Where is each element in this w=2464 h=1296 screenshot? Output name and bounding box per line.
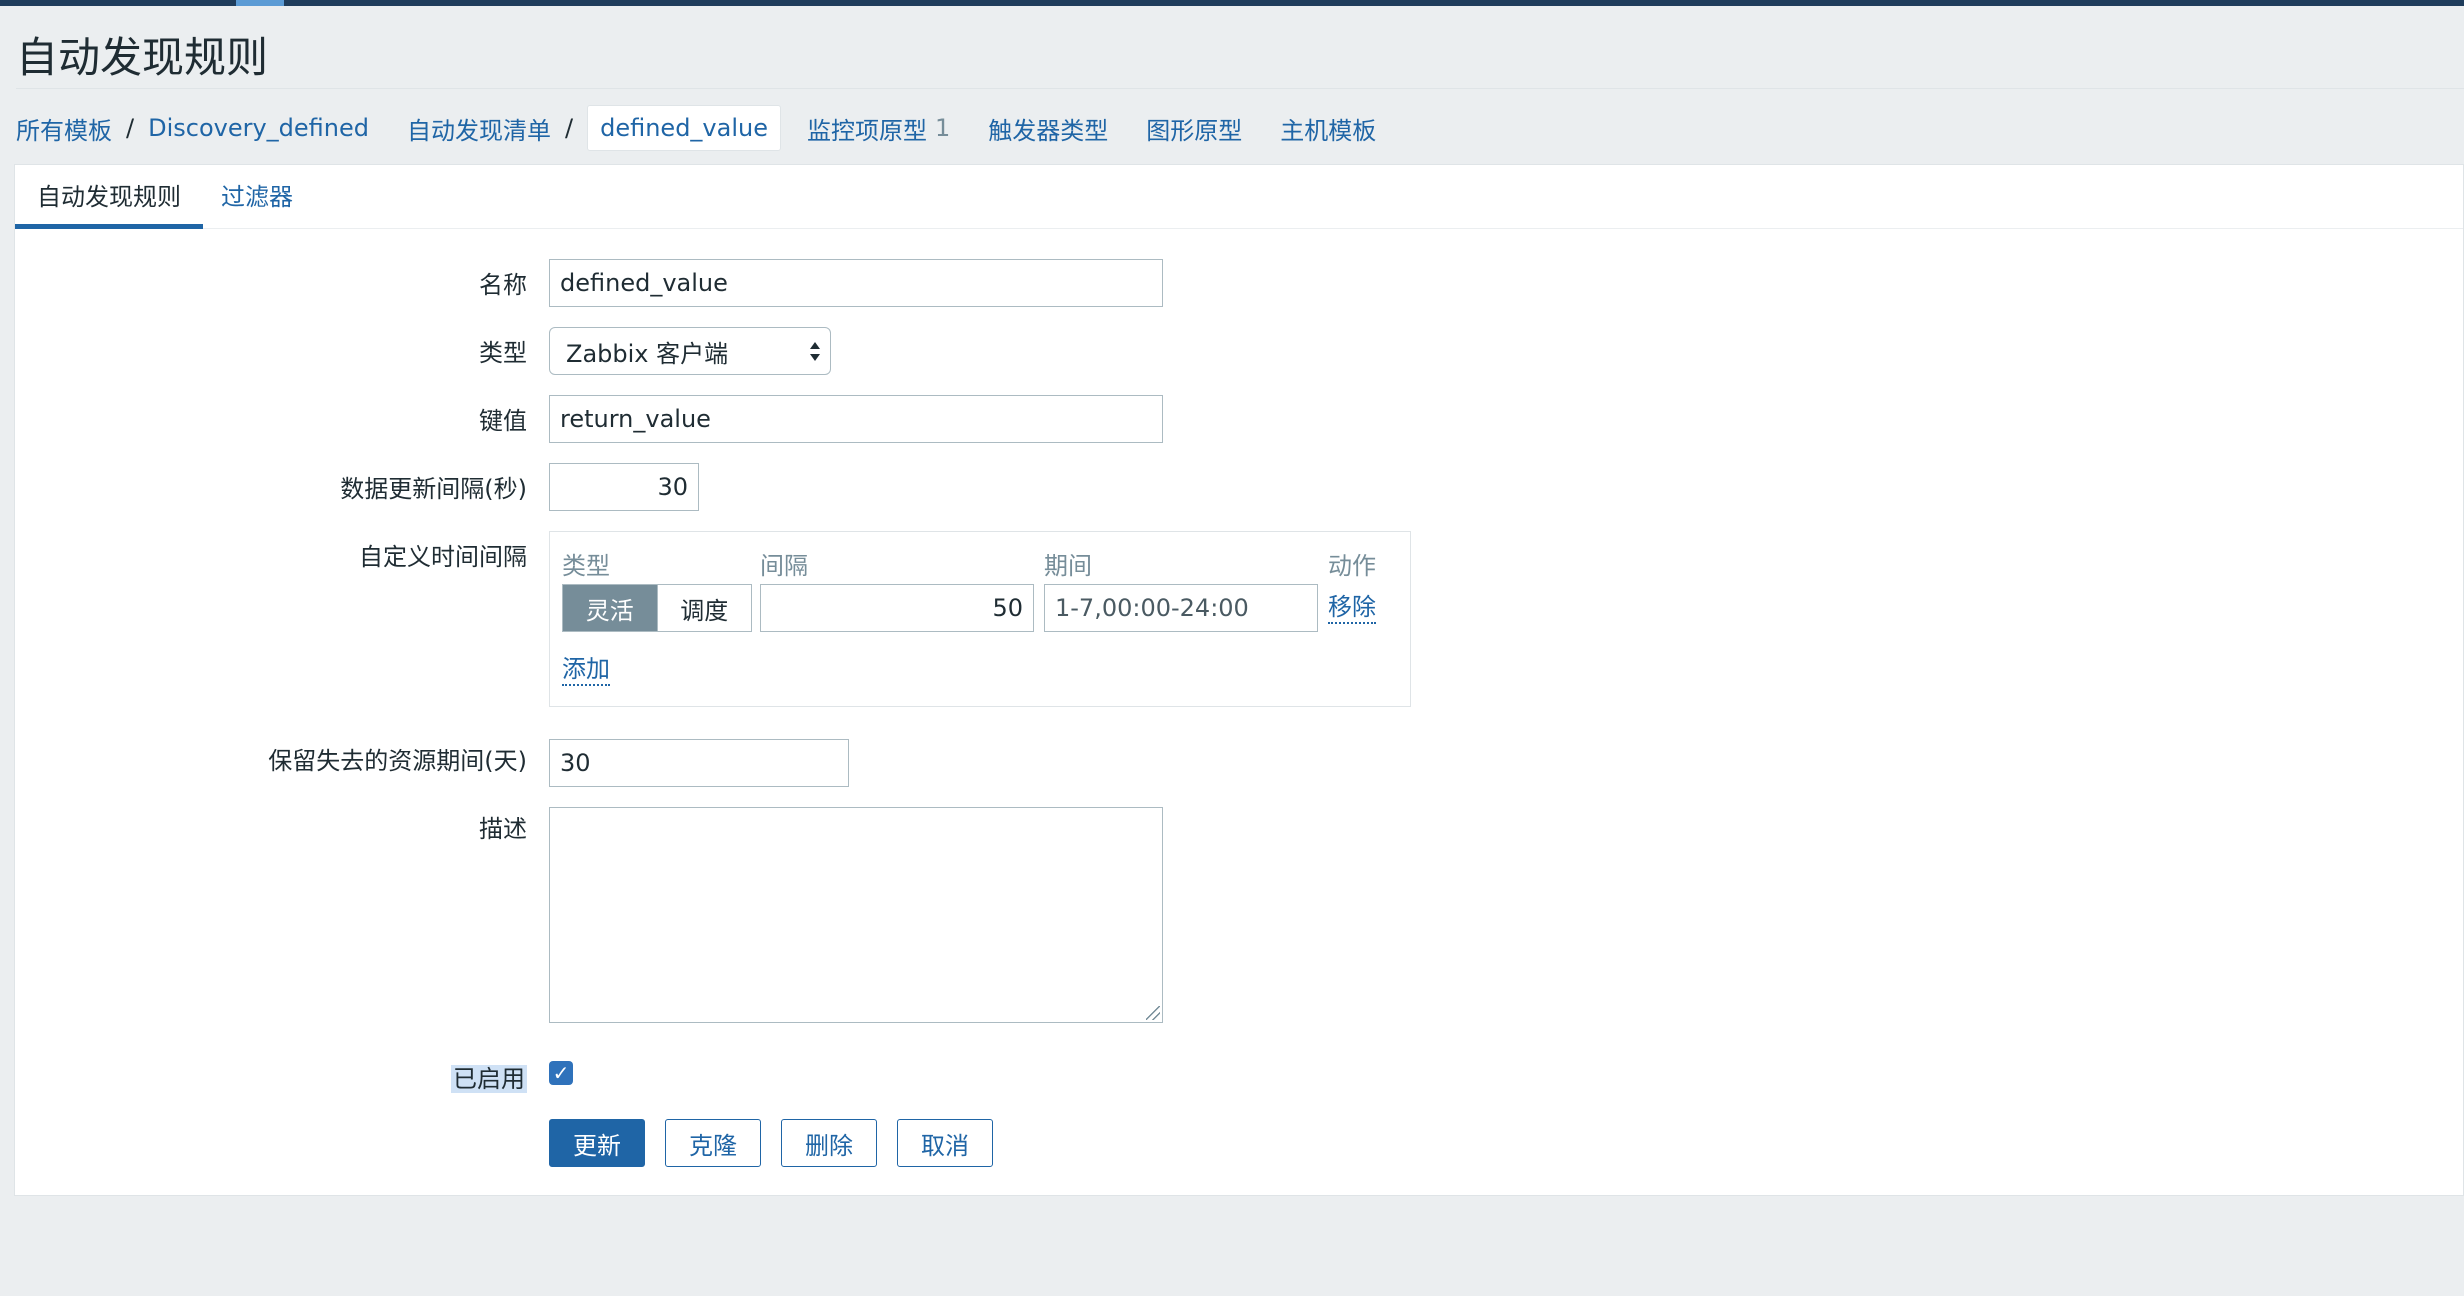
- key-label: 键值: [479, 407, 527, 435]
- header-action: 动作: [1328, 552, 1376, 580]
- update-interval-label: 数据更新间隔(秒): [340, 475, 527, 503]
- header-interval: 间隔: [760, 552, 808, 580]
- update-interval-field[interactable]: 30: [549, 463, 699, 511]
- custom-interval-field[interactable]: 50: [760, 584, 1034, 632]
- clone-button[interactable]: 克隆: [665, 1119, 761, 1167]
- breadcrumb: 所有模板 / Discovery_defined 自动发现清单 / define…: [16, 100, 1376, 156]
- keep-lost-resources-field[interactable]: 30: [549, 739, 849, 787]
- keep-lost-resources-label: 保留失去的资源期间(天): [268, 747, 527, 775]
- custom-intervals-label: 自定义时间间隔: [359, 543, 527, 571]
- key-field[interactable]: return_value: [549, 395, 1163, 443]
- description-textarea[interactable]: [549, 807, 1163, 1023]
- type-scheduling-button[interactable]: 调度: [656, 585, 751, 631]
- breadcrumb-current-rule[interactable]: defined_value: [587, 105, 781, 151]
- type-flexible-button[interactable]: 灵活: [563, 585, 657, 631]
- page-title: 自动发现规则: [16, 33, 269, 82]
- enabled-checkbox[interactable]: ✓: [549, 1061, 573, 1085]
- item-prototypes-count: 1: [934, 114, 951, 142]
- type-select-value: Zabbix 客户端: [566, 339, 729, 368]
- breadcrumb-item-prototypes[interactable]: 监控项原型: [807, 111, 927, 146]
- divider: [16, 88, 2464, 89]
- delete-button[interactable]: 删除: [781, 1119, 877, 1167]
- breadcrumb-all-templates[interactable]: 所有模板: [16, 111, 112, 146]
- resize-grip-icon[interactable]: [1146, 1006, 1160, 1020]
- top-navigation-accent: [236, 0, 284, 6]
- form-panel: 自动发现规则 过滤器 名称 defined_value 类型 Zabbix 客户…: [14, 164, 2464, 1196]
- interval-type-toggle: 灵活 调度: [562, 584, 752, 632]
- breadcrumb-separator: /: [126, 114, 135, 142]
- checkmark-icon: ✓: [552, 1061, 570, 1085]
- tab-discovery-rule[interactable]: 自动发现规则: [15, 165, 203, 229]
- type-label: 类型: [479, 339, 527, 367]
- tab-bar: 自动发现规则 过滤器: [15, 165, 2463, 229]
- select-arrows-icon: [808, 336, 822, 368]
- breadcrumb-template[interactable]: Discovery_defined: [148, 114, 369, 142]
- header-period: 期间: [1044, 552, 1092, 580]
- add-interval-link[interactable]: 添加: [562, 654, 610, 686]
- type-select[interactable]: Zabbix 客户端: [549, 327, 831, 375]
- breadcrumb-separator: /: [565, 114, 574, 142]
- remove-interval-link[interactable]: 移除: [1328, 592, 1376, 624]
- breadcrumb-graph-prototypes[interactable]: 图形原型: [1146, 111, 1242, 146]
- cancel-button[interactable]: 取消: [897, 1119, 993, 1167]
- top-navigation-bar: [0, 0, 2464, 6]
- enabled-label: 已启用: [451, 1065, 527, 1093]
- custom-intervals-table: 类型 间隔 期间 动作 灵活 调度 50 1-7,00:00-24:00 移除 …: [549, 531, 1411, 707]
- breadcrumb-host-prototypes[interactable]: 主机模板: [1280, 111, 1376, 146]
- custom-period-field[interactable]: 1-7,00:00-24:00: [1044, 584, 1318, 632]
- update-button[interactable]: 更新: [549, 1119, 645, 1167]
- breadcrumb-discovery-list[interactable]: 自动发现清单: [407, 111, 551, 146]
- breadcrumb-trigger-prototypes[interactable]: 触发器类型: [988, 111, 1108, 146]
- tab-filters[interactable]: 过滤器: [199, 165, 315, 229]
- name-label: 名称: [479, 271, 527, 299]
- header-type: 类型: [562, 552, 610, 580]
- name-field[interactable]: defined_value: [549, 259, 1163, 307]
- description-label: 描述: [479, 815, 527, 843]
